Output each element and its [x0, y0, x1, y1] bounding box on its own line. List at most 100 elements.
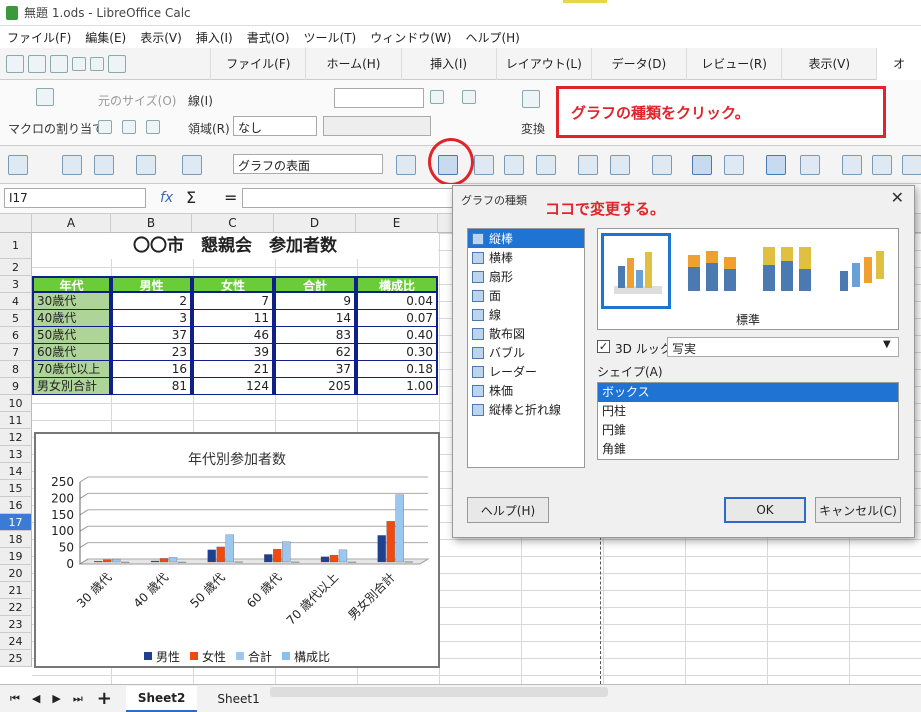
- bar-chart-icon[interactable]: [652, 155, 672, 175]
- table-cell[interactable]: 0.18: [356, 361, 438, 378]
- row-header[interactable]: 25: [0, 650, 32, 667]
- menu-file[interactable]: ファイル(F): [0, 29, 78, 46]
- tab-view[interactable]: 表示(V): [781, 47, 876, 80]
- embedded-chart[interactable]: 年代別参加者数 0 50 100 150 200 250 30 歳代 40 歳代 50 歳代 60 …: [34, 432, 440, 668]
- table-cell[interactable]: 62: [274, 344, 356, 361]
- redo-icon-2[interactable]: [182, 155, 202, 175]
- chart-format-icon[interactable]: [8, 155, 28, 175]
- row-header[interactable]: 23: [0, 616, 32, 633]
- table-cell[interactable]: 70歳代以上: [32, 361, 111, 378]
- chart-type-item[interactable]: 横棒: [468, 248, 584, 267]
- chart-type-item[interactable]: 縦棒と折れ線: [468, 400, 584, 419]
- row-header[interactable]: 20: [0, 565, 32, 582]
- chart-type-item[interactable]: 散布図: [468, 324, 584, 343]
- formula-input[interactable]: [242, 188, 454, 208]
- legend-settings-icon[interactable]: [724, 155, 744, 175]
- shape-item[interactable]: 円錐: [598, 421, 898, 440]
- print-icon[interactable]: [108, 54, 126, 73]
- row-header[interactable]: 24: [0, 633, 32, 650]
- formula-equals-icon[interactable]: =: [224, 188, 237, 207]
- export-pdf-icon[interactable]: [62, 155, 82, 175]
- horizontal-scrollbar[interactable]: [270, 687, 608, 697]
- redo-icon[interactable]: [90, 56, 104, 71]
- print-icon-2[interactable]: [94, 155, 114, 175]
- variant-percent-stacked[interactable]: [751, 233, 821, 309]
- undo-icon[interactable]: [72, 56, 86, 71]
- row-header[interactable]: 21: [0, 582, 32, 599]
- shape-item[interactable]: 角錐: [598, 440, 898, 459]
- table-cell[interactable]: 83: [274, 327, 356, 344]
- table-cell[interactable]: 124: [192, 378, 274, 395]
- table-cell[interactable]: 50歳代: [32, 327, 111, 344]
- col-header-b[interactable]: B: [111, 214, 192, 233]
- row-header[interactable]: 11: [0, 412, 32, 429]
- row-header[interactable]: 13: [0, 446, 32, 463]
- convert-icon[interactable]: [522, 90, 540, 108]
- add-sheet-icon[interactable]: +: [97, 688, 112, 709]
- prev-sheet-icon[interactable]: ◀: [32, 692, 40, 705]
- flip-vertical-icon[interactable]: [122, 120, 136, 134]
- col-header-d[interactable]: D: [274, 214, 356, 233]
- table-cell[interactable]: 16: [111, 361, 192, 378]
- tab-home[interactable]: ホーム(H): [305, 47, 400, 80]
- chart-type-item[interactable]: 面: [468, 286, 584, 305]
- row-header[interactable]: 18: [0, 531, 32, 548]
- table-cell[interactable]: 男女別合計: [32, 378, 111, 395]
- corner-cell[interactable]: [0, 214, 32, 233]
- col-header-c[interactable]: C: [192, 214, 274, 233]
- menu-window[interactable]: ウィンドウ(W): [363, 29, 458, 46]
- crop-icon[interactable]: [98, 120, 112, 134]
- tab-insert[interactable]: 挿入(I): [400, 47, 496, 80]
- variant-stacked[interactable]: [676, 233, 746, 309]
- menu-help[interactable]: ヘルプ(H): [458, 29, 526, 46]
- line-chart-icon[interactable]: [902, 155, 921, 175]
- chart-type-item[interactable]: 縦棒: [468, 229, 584, 248]
- table-cell[interactable]: 11: [192, 310, 274, 327]
- table-cell[interactable]: 3: [111, 310, 192, 327]
- legend-on-icon[interactable]: [692, 155, 712, 175]
- chart-wall-icon[interactable]: [474, 155, 494, 175]
- table-cell[interactable]: 39: [192, 344, 274, 361]
- area-fill-select[interactable]: なし: [233, 116, 317, 136]
- chart-type-item[interactable]: 線: [468, 305, 584, 324]
- save-icon[interactable]: [50, 54, 68, 73]
- row-header[interactable]: 10: [0, 395, 32, 412]
- convert-label[interactable]: 変換: [521, 120, 545, 137]
- row-header[interactable]: 8: [0, 361, 32, 378]
- shape-item[interactable]: 円柱: [598, 402, 898, 421]
- macro-label[interactable]: マクロの割り当て: [8, 120, 104, 137]
- table-cell[interactable]: 60歳代: [32, 344, 111, 361]
- row-header[interactable]: 14: [0, 463, 32, 480]
- table-cell[interactable]: 7: [192, 293, 274, 310]
- row-header[interactable]: 12: [0, 429, 32, 446]
- table-cell[interactable]: 0.30: [356, 344, 438, 361]
- tab-review[interactable]: レビュー(R): [686, 47, 781, 80]
- menu-view[interactable]: 表示(V): [133, 29, 189, 46]
- name-box[interactable]: I17: [4, 188, 146, 208]
- table-cell[interactable]: 46: [192, 327, 274, 344]
- help-button[interactable]: ヘルプ(H): [467, 497, 549, 523]
- row-header[interactable]: 1: [0, 233, 32, 259]
- data-table-icon[interactable]: [610, 155, 630, 175]
- table-cell[interactable]: 40歳代: [32, 310, 111, 327]
- 3d-view-icon[interactable]: [536, 155, 556, 175]
- col-header-a[interactable]: A: [32, 214, 111, 233]
- chart-type-item[interactable]: バブル: [468, 343, 584, 362]
- row-header[interactable]: 7: [0, 344, 32, 361]
- table-cell[interactable]: 37: [274, 361, 356, 378]
- sheet-tab-sheet2[interactable]: Sheet2: [125, 685, 198, 712]
- table-header-cell[interactable]: 構成比: [356, 276, 438, 293]
- 3d-scheme-dropdown-icon[interactable]: ▼: [883, 339, 891, 350]
- tab-layout[interactable]: レイアウト(L): [495, 47, 591, 80]
- table-cell[interactable]: 1.00: [356, 378, 438, 395]
- row-header[interactable]: 19: [0, 548, 32, 565]
- row-header[interactable]: 2: [0, 259, 32, 276]
- chart-type-item[interactable]: 扇形: [468, 267, 584, 286]
- chart-type-item[interactable]: 株価: [468, 381, 584, 400]
- bar-chart-icon-2[interactable]: [842, 155, 862, 175]
- data-range-icon[interactable]: [578, 155, 598, 175]
- new-document-icon[interactable]: [6, 54, 24, 73]
- table-header-cell[interactable]: 女性: [192, 276, 274, 293]
- table-cell[interactable]: 23: [111, 344, 192, 361]
- row-header[interactable]: 17: [0, 514, 32, 531]
